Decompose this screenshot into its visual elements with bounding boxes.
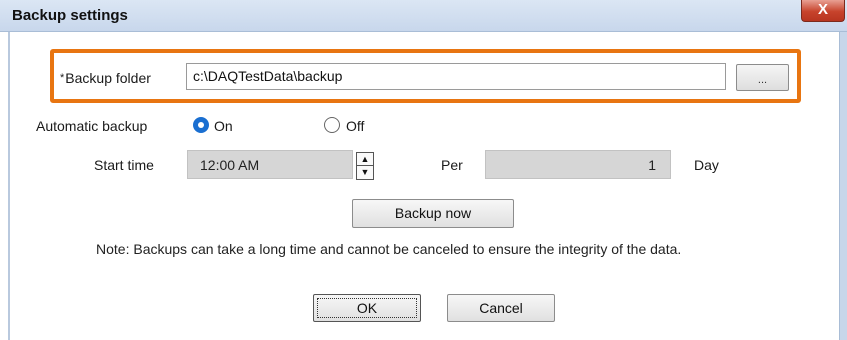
backup-folder-label-text: Backup folder: [65, 70, 151, 86]
start-time-label: Start time: [94, 157, 154, 173]
cancel-button[interactable]: Cancel: [447, 294, 555, 322]
triangle-down-icon: ▼: [360, 167, 370, 177]
triangle-up-icon: ▲: [360, 154, 370, 164]
start-time-input[interactable]: 12:00 AM: [187, 150, 353, 179]
dialog-title: Backup settings: [12, 7, 128, 24]
ok-button-label: OK: [356, 300, 378, 316]
per-label: Per: [441, 157, 463, 173]
backup-note: Note: Backups can take a long time and c…: [96, 241, 682, 257]
window-frame-right: [839, 32, 847, 340]
automatic-backup-label: Automatic backup: [36, 118, 148, 134]
radio-on-label[interactable]: On: [214, 118, 233, 134]
close-button[interactable]: X: [801, 0, 845, 22]
spin-down-button[interactable]: ▼: [356, 166, 374, 180]
radio-off[interactable]: [324, 117, 340, 133]
spin-up-button[interactable]: ▲: [356, 152, 374, 166]
browse-folder-button[interactable]: ...: [736, 64, 789, 91]
radio-off-label[interactable]: Off: [346, 118, 364, 134]
backup-folder-label: *Backup folder: [60, 70, 151, 86]
window-frame-left: [8, 32, 10, 340]
backup-now-button[interactable]: Backup now: [352, 199, 514, 228]
backup-folder-input[interactable]: c:\DAQTestData\backup: [186, 63, 726, 90]
backup-settings-dialog: Backup settings X *Backup folder c:\DAQT…: [0, 0, 847, 340]
title-bar[interactable]: Backup settings X: [0, 0, 847, 32]
close-icon: X: [817, 1, 828, 18]
start-time-spinner[interactable]: ▲ ▼: [356, 152, 374, 180]
radio-on[interactable]: [193, 117, 209, 133]
per-value-input[interactable]: 1: [485, 150, 671, 179]
day-unit-label: Day: [694, 157, 719, 173]
ok-button[interactable]: OK: [313, 294, 421, 322]
required-marker: *: [60, 72, 65, 84]
